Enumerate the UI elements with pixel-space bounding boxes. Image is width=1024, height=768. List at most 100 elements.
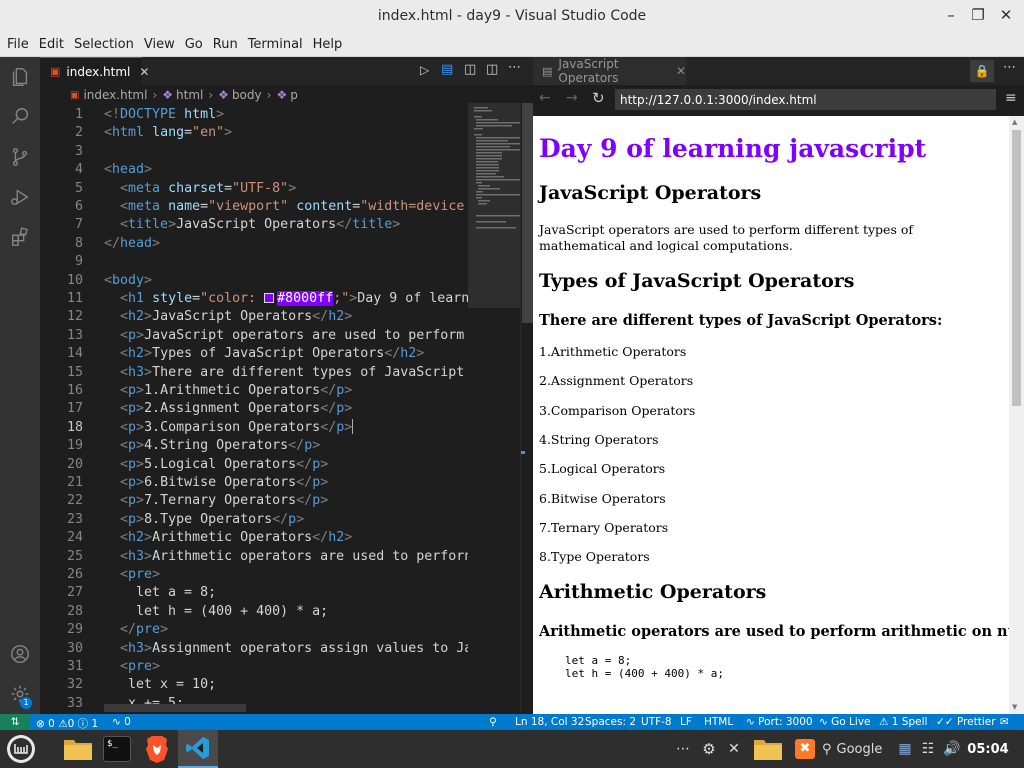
- menu-terminal[interactable]: Terminal: [243, 37, 308, 52]
- menu-view[interactable]: View: [139, 37, 180, 52]
- code-line[interactable]: let a = 8;: [104, 584, 216, 602]
- menu-help[interactable]: Help: [308, 37, 348, 52]
- minimap[interactable]: [468, 103, 520, 711]
- menu-run[interactable]: Run: [208, 37, 243, 52]
- clock[interactable]: 05:04: [966, 730, 1010, 768]
- zoom-icon[interactable]: ⚲: [489, 716, 497, 728]
- close-window-button[interactable]: ✕: [996, 6, 1016, 24]
- breadcrumb-p[interactable]: p: [290, 88, 298, 102]
- code-line[interactable]: <h2>Arithmetic Operators</h2>: [104, 529, 352, 547]
- brave-browser-icon[interactable]: [140, 730, 174, 768]
- encoding[interactable]: UTF-8: [641, 716, 672, 728]
- line-ending[interactable]: LF: [680, 716, 692, 728]
- editor-scroll-thumb[interactable]: [522, 103, 533, 323]
- problems-indicator[interactable]: ⊗ 0 ⚠0 ⓘ 1: [36, 716, 98, 731]
- extensions-icon[interactable]: [0, 217, 40, 257]
- notifications-bell-icon[interactable]: ✉: [1000, 716, 1009, 728]
- run-debug-icon[interactable]: [0, 177, 40, 217]
- volume-icon[interactable]: 🔊: [942, 730, 962, 768]
- search-widget[interactable]: ⚲ Google: [822, 730, 892, 768]
- vscode-taskbar-icon[interactable]: [178, 730, 218, 768]
- open-preview-icon[interactable]: ▤: [441, 62, 453, 77]
- go-live-button[interactable]: ∿ Go Live: [819, 716, 871, 728]
- scroll-down-icon[interactable]: ▼: [1012, 703, 1017, 711]
- port-indicator[interactable]: ∿ Port: 3000: [746, 716, 813, 728]
- code-line[interactable]: let x = 10;: [104, 676, 216, 694]
- breadcrumb-file[interactable]: index.html: [83, 88, 147, 102]
- menu-icon[interactable]: ≡: [1005, 90, 1017, 106]
- code-line[interactable]: <p>4.String Operators</p>: [104, 437, 320, 455]
- code-line[interactable]: <h1 style="color: #8000ff;">Day 9 of lea…: [104, 290, 468, 308]
- code-line[interactable]: <head>: [104, 161, 152, 179]
- code-line[interactable]: <p>1.Arithmetic Operators</p>: [104, 382, 352, 400]
- menu-go[interactable]: Go: [180, 37, 208, 52]
- run-icon[interactable]: ▷: [420, 63, 429, 77]
- files-folder-icon[interactable]: [61, 730, 95, 768]
- source-control-icon[interactable]: [0, 137, 40, 177]
- reload-icon[interactable]: ↻: [592, 89, 605, 107]
- editor-scrollbar[interactable]: [520, 103, 533, 711]
- workspace-icon[interactable]: ▦: [895, 730, 915, 768]
- tab-index-html[interactable]: ▣ index.html ✕: [40, 57, 149, 85]
- prettier-indicator[interactable]: ✓✓ Prettier: [936, 716, 996, 728]
- preview-scroll-thumb[interactable]: [1012, 130, 1021, 406]
- terminal-icon[interactable]: $_: [100, 730, 134, 768]
- network-icon[interactable]: ☷: [918, 730, 938, 768]
- split-editor-icon[interactable]: ◫: [486, 62, 498, 77]
- ports-indicator[interactable]: ∿ 0: [112, 716, 131, 728]
- close-tab-icon[interactable]: ✕: [676, 64, 686, 78]
- code-editor[interactable]: 1 <!DOCTYPE html> 2 <html lang="en"> 3 4 <head…: [40, 103, 468, 711]
- xampp-icon[interactable]: ✖: [794, 730, 816, 768]
- code-line[interactable]: <!DOCTYPE html>: [104, 106, 224, 124]
- maximize-button[interactable]: ❐: [968, 6, 988, 24]
- spell-indicator[interactable]: ⚠ 1 Spell: [879, 716, 927, 728]
- folder-icon[interactable]: [751, 730, 785, 768]
- minimize-button[interactable]: –: [941, 6, 961, 24]
- open-changes-icon[interactable]: ◫: [464, 62, 476, 77]
- code-line[interactable]: </head>: [104, 235, 160, 253]
- breadcrumb-body[interactable]: body: [232, 88, 262, 102]
- more-icon[interactable]: ⋯: [673, 730, 693, 768]
- code-line[interactable]: <p>7.Ternary Operators</p>: [104, 492, 328, 510]
- cursor-position[interactable]: Ln 18, Col 32: [515, 716, 584, 728]
- indentation[interactable]: Spaces: 2: [585, 716, 636, 728]
- forward-icon[interactable]: →: [566, 90, 578, 106]
- menu-file[interactable]: File: [2, 37, 34, 52]
- code-line[interactable]: <p>3.Comparison Operators</p>: [104, 418, 354, 437]
- tab-preview[interactable]: ▤ JavaScript Operators ✕: [534, 57, 686, 85]
- language-mode[interactable]: HTML: [704, 716, 733, 728]
- preview-scrollbar[interactable]: ▲ ▼: [1009, 116, 1024, 714]
- code-line[interactable]: <html lang="en">: [104, 124, 232, 142]
- close-icon[interactable]: ✕: [724, 730, 744, 768]
- code-line[interactable]: <meta charset="UTF-8">: [104, 180, 296, 198]
- lock-icon[interactable]: 🔒: [970, 60, 994, 82]
- code-line[interactable]: </pre>: [104, 621, 168, 639]
- search-icon[interactable]: [0, 97, 40, 137]
- code-line[interactable]: <h2>JavaScript Operators</h2>: [104, 308, 352, 326]
- code-line[interactable]: <h3>Assignment operators assign values t…: [104, 640, 468, 658]
- url-input[interactable]: http://127.0.0.1:3000/index.html: [615, 89, 996, 110]
- mint-menu-icon[interactable]: [4, 730, 38, 768]
- close-tab-icon[interactable]: ✕: [139, 65, 149, 79]
- code-line[interactable]: <h3>There are different types of JavaScr…: [104, 364, 464, 382]
- code-line[interactable]: <p>5.Logical Operators</p>: [104, 456, 328, 474]
- code-line[interactable]: <p>6.Bitwise Operators</p>: [104, 474, 328, 492]
- scroll-up-icon[interactable]: ▲: [1012, 118, 1017, 126]
- explorer-icon[interactable]: [0, 57, 40, 97]
- code-line[interactable]: <pre>: [104, 566, 160, 584]
- manage-gear-icon[interactable]: 1: [0, 674, 40, 714]
- settings-gear-icon[interactable]: ⚙: [699, 730, 719, 768]
- menu-selection[interactable]: Selection: [69, 37, 139, 52]
- accounts-icon[interactable]: [0, 634, 40, 674]
- code-line[interactable]: <p>2.Assignment Operators</p>: [104, 400, 352, 418]
- more-actions-icon[interactable]: ⋯: [508, 60, 521, 75]
- code-line[interactable]: <pre>: [104, 658, 160, 676]
- more-actions-icon[interactable]: ⋯: [1003, 60, 1016, 75]
- code-line[interactable]: <p>8.Type Operators</p>: [104, 511, 304, 529]
- code-line[interactable]: <h2>Types of JavaScript Operators</h2>: [104, 345, 424, 363]
- remote-icon[interactable]: ⇅: [0, 714, 30, 730]
- code-line[interactable]: <title>JavaScript Operators</title>: [104, 216, 400, 234]
- code-line[interactable]: <h3>Arithmetic operators are used to per…: [104, 548, 468, 566]
- back-icon[interactable]: ←: [539, 90, 551, 106]
- breadcrumb-html[interactable]: html: [176, 88, 203, 102]
